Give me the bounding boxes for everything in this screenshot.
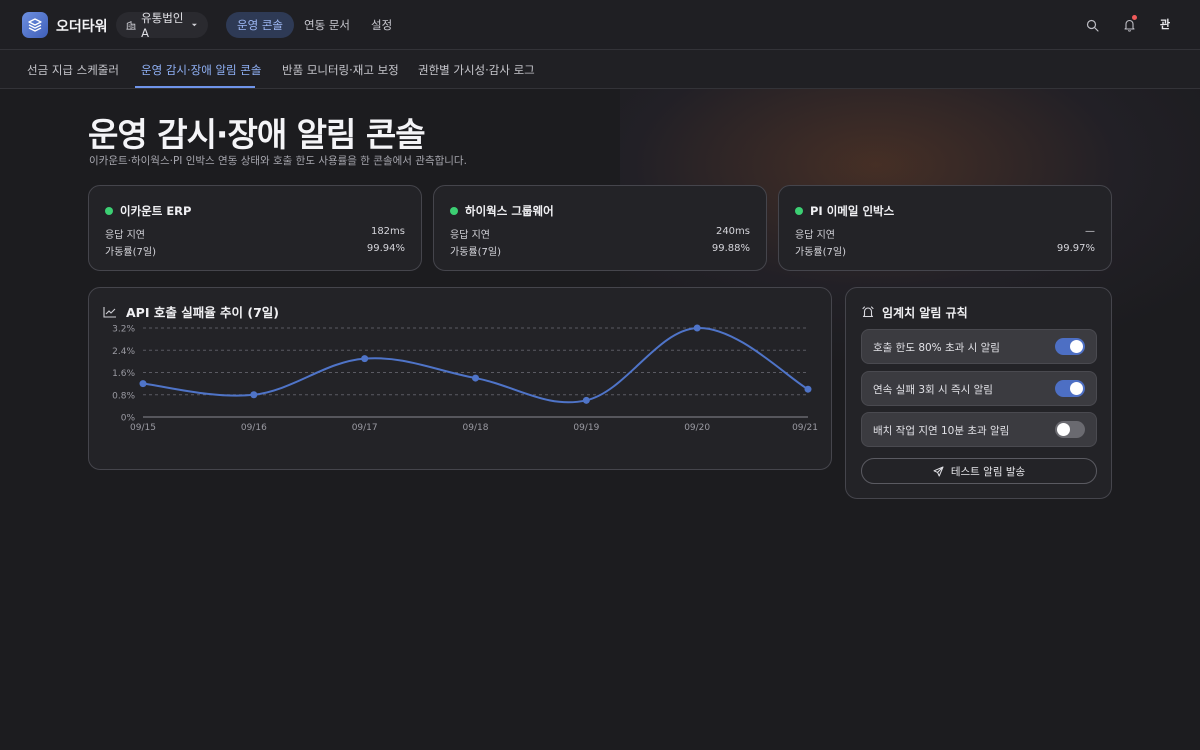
failure-rate-chart-card: API 호출 실패율 추이 (7일) 0% 0.8% 1.6% 2.4% 3.2% 09/… <box>88 287 832 470</box>
x-tick-label: 09/21 <box>792 423 818 433</box>
send-test-alert-label: 테스트 알림 발송 <box>950 465 1026 478</box>
y-tick-label: 1.6% <box>112 369 135 379</box>
system-card-ecount: 이카운트 ERP 응답 지연 182ms 가동률(7일) 99.94% <box>88 185 422 271</box>
y-tick-label: 3.2% <box>112 325 135 335</box>
x-tick-label: 09/16 <box>241 423 267 433</box>
top-bar: 오더타워 유통법인 A 운영 콘솔 연동 문서 설정 관 <box>0 0 1200 50</box>
corp-selector[interactable]: 유통법인 A <box>116 11 208 40</box>
system-name: PI 이메일 인박스 <box>810 204 895 218</box>
uptime-value: 99.97% <box>1056 243 1095 254</box>
chevron-down-icon <box>192 23 198 27</box>
nav-settings[interactable]: 설정 <box>360 12 403 38</box>
bell-icon[interactable] <box>1117 13 1141 37</box>
status-dot <box>795 207 803 215</box>
x-tick-label: 09/15 <box>130 423 156 433</box>
data-point <box>804 385 812 393</box>
send-icon <box>933 466 944 476</box>
system-card-pi-inbox: PI 이메일 인박스 응답 지연 — 가동률(7일) 99.97% <box>778 185 1112 271</box>
x-tick-label: 09/20 <box>684 423 710 433</box>
rule-label: 호출 한도 80% 초과 시 알림 <box>873 342 1000 354</box>
rule-toggle[interactable] <box>1055 338 1085 355</box>
rule-toggle[interactable] <box>1055 421 1085 438</box>
toggle-knob <box>1070 340 1083 353</box>
uptime-value: 99.88% <box>711 243 750 254</box>
series-line <box>142 326 809 404</box>
latency-label: 응답 지연 <box>450 230 490 241</box>
app-logo-icon[interactable] <box>22 12 48 38</box>
building-icon <box>126 20 136 30</box>
latency-label: 응답 지연 <box>795 230 835 241</box>
y-tick-label: 0% <box>121 414 136 424</box>
send-test-alert-button[interactable]: 테스트 알림 발송 <box>861 458 1097 484</box>
rules-title: 임계치 알림 규칙 <box>882 306 968 320</box>
status-dot <box>105 207 113 215</box>
nav-operations-console[interactable]: 운영 콘솔 <box>226 12 294 38</box>
brand-name: 오더타워 <box>56 19 108 35</box>
sub-tab-bar: 선금 지급 스케줄러 운영 감시·장애 알림 콘솔 반품 모니터링·재고 보정 … <box>0 50 1200 89</box>
uptime-value: 99.94% <box>366 243 405 254</box>
tab-access-audit-log[interactable]: 권한별 가시성·감사 로그 <box>418 62 535 78</box>
latency-label: 응답 지연 <box>105 230 145 241</box>
y-tick-label: 0.8% <box>112 391 135 401</box>
data-point <box>139 380 147 388</box>
y-tick-label: 2.4% <box>112 347 135 357</box>
alarm-icon <box>862 306 874 318</box>
notification-badge <box>1132 15 1137 20</box>
nav-integration-docs[interactable]: 연동 문서 <box>293 12 361 38</box>
tab-returns-monitoring[interactable]: 반품 모니터링·재고 보정 <box>282 62 399 78</box>
system-card-hiworks: 하이웍스 그룹웨어 응답 지연 240ms 가동률(7일) 99.88% <box>433 185 767 271</box>
page-title: 운영 감시·장애 알림 콘솔 <box>88 115 426 154</box>
rule-label: 배치 작업 지연 10분 초과 알림 <box>873 425 1010 437</box>
latency-value: 240ms <box>715 226 750 237</box>
status-dot <box>450 207 458 215</box>
rule-label: 연속 실패 3회 시 즉시 알림 <box>873 384 993 396</box>
system-name: 이카운트 ERP <box>120 204 192 218</box>
toggle-knob <box>1057 423 1070 436</box>
latency-value: 182ms <box>370 226 405 237</box>
x-tick-label: 09/18 <box>463 423 489 433</box>
uptime-label: 가동률(7일) <box>105 247 156 258</box>
active-tab-indicator <box>135 86 255 88</box>
data-point <box>582 396 590 404</box>
rule-batch-delay: 배치 작업 지연 10분 초과 알림 <box>861 412 1097 447</box>
avatar[interactable]: 관 <box>1153 12 1177 36</box>
rule-toggle[interactable] <box>1055 380 1085 397</box>
data-point <box>693 324 701 332</box>
data-point <box>250 391 258 399</box>
rule-consecutive-failure: 연속 실패 3회 시 즉시 알림 <box>861 371 1097 406</box>
rule-quota-80: 호출 한도 80% 초과 시 알림 <box>861 329 1097 364</box>
uptime-label: 가동률(7일) <box>795 247 846 258</box>
toggle-knob <box>1070 382 1083 395</box>
x-tick-label: 09/19 <box>573 423 599 433</box>
search-icon[interactable] <box>1080 13 1104 37</box>
failure-rate-line-chart: 0% 0.8% 1.6% 2.4% 3.2% 09/15 09/16 09/17 09/18 09… <box>112 324 818 433</box>
uptime-label: 가동률(7일) <box>450 247 501 258</box>
corp-selector-label: 유통법인 A <box>141 11 184 40</box>
latency-value: — <box>1085 226 1095 237</box>
tab-prepayment-scheduler[interactable]: 선금 지급 스케줄러 <box>27 62 119 78</box>
alert-rules-card: 임계치 알림 규칙 호출 한도 80% 초과 시 알림 연속 실패 3회 시 즉… <box>845 287 1112 499</box>
x-tick-label: 09/17 <box>352 423 378 433</box>
system-name: 하이웍스 그룹웨어 <box>465 204 554 218</box>
tab-monitoring-console[interactable]: 운영 감시·장애 알림 콘솔 <box>141 62 261 78</box>
page-subtitle: 이카운트·하이웍스·PI 인박스 연동 상태와 호출 한도 사용률을 한 콘솔에… <box>89 155 467 167</box>
data-point <box>472 374 479 382</box>
data-point <box>361 355 369 363</box>
